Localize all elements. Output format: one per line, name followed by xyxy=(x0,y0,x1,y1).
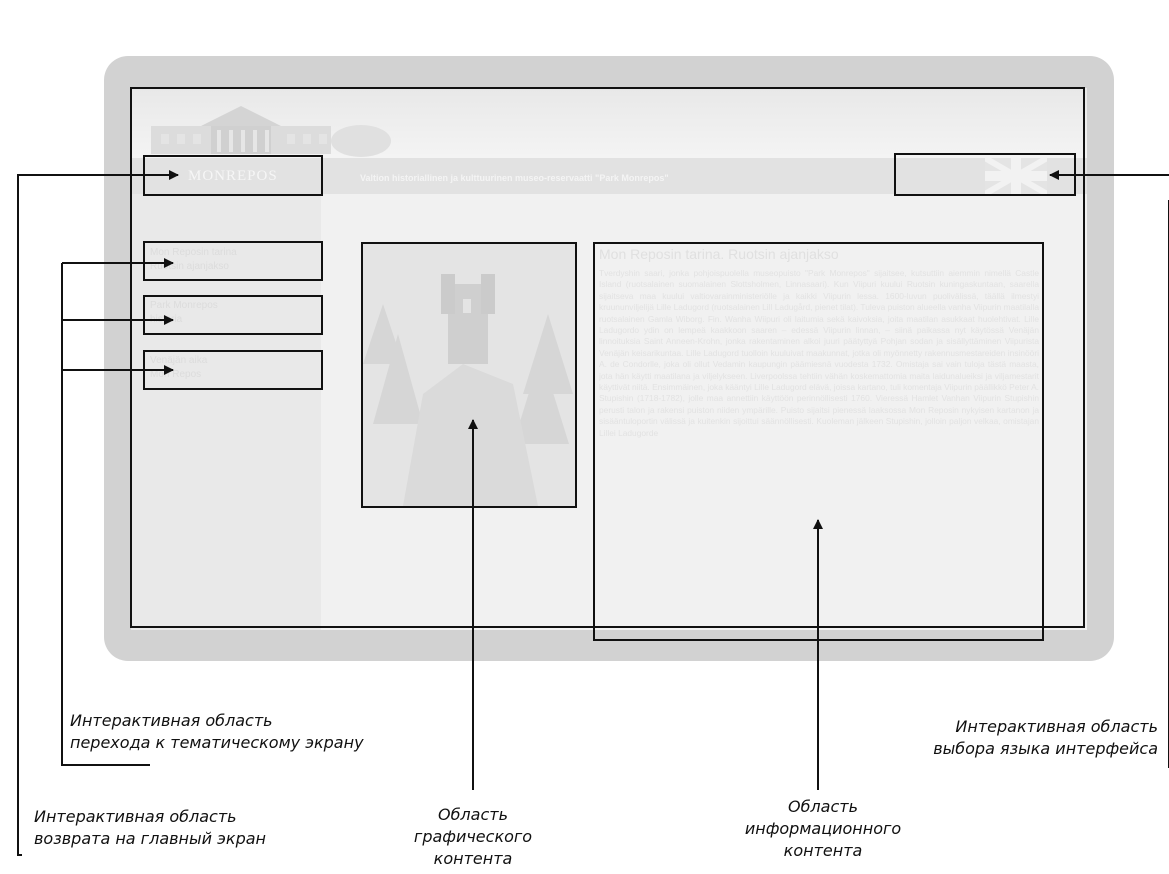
graphic-area-label-line3: контента xyxy=(433,849,513,868)
language-area-label-line2: выбора языка интерфейса xyxy=(933,739,1158,758)
language-area-label-line1: Интерактивная область xyxy=(955,717,1158,736)
nav-area-label: Интерактивная область перехода к тематич… xyxy=(70,710,364,754)
info-area-label-line2: информационного xyxy=(744,819,902,838)
home-area-label-line2: возврата на главный экран xyxy=(34,829,266,848)
info-area-label: Область информационного контента xyxy=(733,796,913,862)
graphic-area-label-line2: графического xyxy=(413,827,533,846)
nav-area-label-line2: перехода к тематическому экрану xyxy=(70,733,364,752)
language-area-label: Интерактивная область выбора языка интер… xyxy=(888,716,1158,760)
graphic-area-label: Область графического контента xyxy=(393,804,553,870)
info-area-label-line3: контента xyxy=(783,841,863,860)
nav-area-label-line1: Интерактивная область xyxy=(70,711,273,730)
home-area-label-line1: Интерактивная область xyxy=(34,807,237,826)
home-area-label: Интерактивная область возврата на главны… xyxy=(34,806,266,850)
graphic-area-label-line1: Область xyxy=(437,805,509,824)
info-area-label-line1: Область xyxy=(787,797,859,816)
